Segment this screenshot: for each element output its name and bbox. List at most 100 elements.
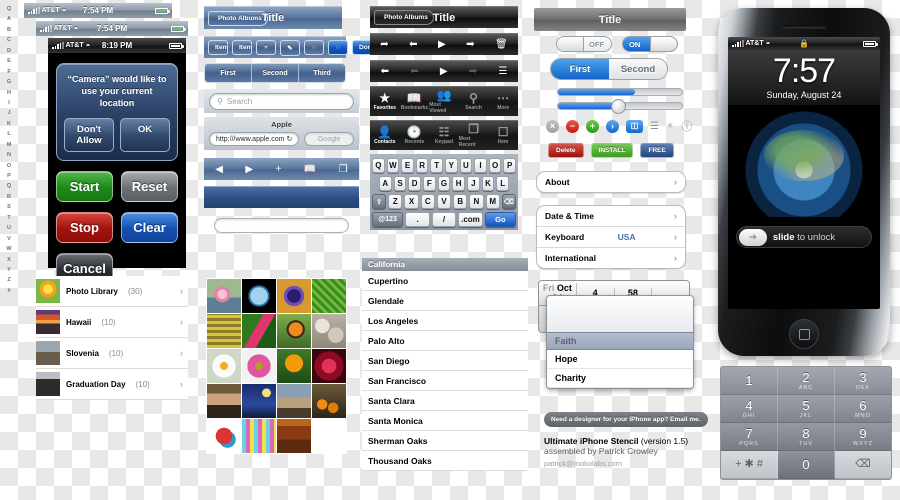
free-pill-button[interactable]: FREE (640, 143, 674, 158)
photo-thumbnail[interactable] (312, 349, 346, 383)
play-icon[interactable]: ▶ (440, 66, 448, 77)
settings-row-international[interactable]: International › (537, 248, 685, 268)
picker-selected-row[interactable]: Faith (547, 332, 693, 350)
photo-thumbnail[interactable] (207, 279, 241, 313)
key-w[interactable]: W (386, 158, 400, 173)
index-letter[interactable]: V (7, 234, 11, 244)
clear-button[interactable]: Clear (121, 212, 178, 244)
dotcom-key[interactable]: .com (458, 212, 483, 227)
back-button[interactable]: Photo Albums (208, 10, 268, 26)
book-badge-icon[interactable]: ◫ (626, 119, 643, 133)
key-b[interactable]: B (453, 194, 468, 209)
segment-first[interactable]: First (205, 64, 252, 82)
index-letter[interactable]: S (7, 202, 11, 212)
settings-row-keyboard[interactable]: Keyboard USA › (537, 227, 685, 248)
keypad-key-7[interactable]: 7 PQRS (721, 423, 778, 451)
photo-thumbnail[interactable] (242, 314, 276, 348)
circle-selected-icon[interactable]: ○ (328, 40, 348, 55)
tab-bookmarks[interactable]: 📖 Bookmarks (400, 87, 430, 116)
tab-most-recent[interactable]: ❐ Most Recent (459, 121, 489, 150)
list-item[interactable]: Los Angeles (362, 311, 528, 331)
key-i[interactable]: I (474, 158, 487, 173)
period-key[interactable]: . (405, 212, 430, 227)
index-letter[interactable]: G (7, 77, 11, 87)
tab-more[interactable]: ⋯ More (488, 87, 518, 116)
credit-email[interactable]: patrick@mokolabs.com (544, 459, 734, 468)
list-icon[interactable]: ☰ (498, 66, 507, 77)
photo-thumbnail[interactable] (207, 419, 241, 453)
keypad-key-5[interactable]: 5 JKL (778, 395, 835, 423)
list-item[interactable]: Glendale (362, 291, 528, 311)
photo-thumbnail[interactable] (207, 314, 241, 348)
key-m[interactable]: M (485, 194, 500, 209)
back-button[interactable]: Photo Albums (374, 10, 434, 25)
forward-icon[interactable]: ▶ (245, 164, 253, 175)
list-item[interactable]: Thousand Oaks (362, 451, 528, 471)
key-e[interactable]: E (401, 158, 414, 173)
slide-to-unlock[interactable]: ➔ slide to unlock (736, 226, 872, 248)
shift-icon[interactable]: ⇧ (372, 194, 387, 209)
key-c[interactable]: C (420, 194, 435, 209)
segment-third[interactable]: Third (299, 64, 345, 82)
key-a[interactable]: A (378, 176, 392, 191)
value-picker[interactable]: Faith Hope Charity (546, 295, 694, 389)
index-letter[interactable]: N (7, 150, 11, 160)
home-button[interactable] (789, 319, 819, 349)
reorder-icon[interactable]: ☰ (650, 121, 659, 132)
picker-row[interactable]: Hope (547, 350, 693, 369)
keypad-key-8[interactable]: 8 TUV (778, 423, 835, 451)
tab-keypad[interactable]: ☷ Keypad (429, 121, 459, 150)
key-n[interactable]: N (469, 194, 484, 209)
info-icon[interactable]: ⓘ (681, 118, 692, 134)
index-letter[interactable]: O (7, 161, 11, 171)
spinner-icon[interactable]: ✴ (666, 121, 674, 132)
keypad-key-6[interactable]: 6 MNO (835, 395, 891, 423)
keypad-key-4[interactable]: 4 GHI (721, 395, 778, 423)
key-d[interactable]: D (408, 176, 421, 191)
photo-thumbnail[interactable] (207, 384, 241, 418)
tab-contacts[interactable]: 👤 Contacts (370, 121, 400, 150)
tab-most-viewed[interactable]: 👥 Most Viewed (429, 87, 459, 116)
list-item[interactable]: Slovenia (10) › (36, 338, 188, 369)
index-letter[interactable]: M (7, 140, 12, 150)
item-button-2[interactable]: Item (232, 40, 252, 55)
dont-allow-button[interactable]: Don't Allow (64, 118, 114, 153)
list-item[interactable]: Palo Alto (362, 331, 528, 351)
settings-row-date-time[interactable]: Date & Time › (537, 206, 685, 227)
key-f[interactable]: F (423, 176, 436, 191)
list-item[interactable]: Sherman Oaks (362, 431, 528, 451)
photo-thumbnail[interactable] (242, 384, 276, 418)
segment-second[interactable]: Second (609, 59, 667, 79)
play-icon[interactable]: ▶ (438, 39, 446, 50)
list-item[interactable]: Hawaii (10) › (36, 307, 188, 338)
reload-icon[interactable]: ↻ (286, 135, 292, 143)
toggle-on[interactable]: ON (622, 36, 678, 52)
google-search-input[interactable]: Google (304, 132, 354, 146)
key-k[interactable]: K (481, 176, 495, 191)
index-letter[interactable]: L (7, 129, 10, 139)
key-x[interactable]: X (404, 194, 419, 209)
settings-row-about[interactable]: About › (537, 172, 685, 192)
arrow-right-icon[interactable]: ➔ (739, 228, 767, 246)
ok-button[interactable]: OK (120, 118, 170, 153)
slash-key[interactable]: / (431, 212, 457, 227)
back-icon[interactable]: ◀ (215, 164, 223, 175)
key-t[interactable]: T (430, 158, 443, 173)
list-item[interactable]: San Diego (362, 351, 528, 371)
numbers-key[interactable]: @123 (372, 212, 404, 227)
index-letter[interactable]: P (7, 171, 11, 181)
index-letter[interactable]: E (7, 56, 11, 66)
photo-thumbnail[interactable] (242, 349, 276, 383)
slider-1[interactable] (557, 88, 683, 96)
index-letter[interactable]: # (7, 286, 10, 296)
segment-first[interactable]: First (551, 59, 609, 79)
index-letter[interactable]: D (7, 46, 11, 56)
go-key[interactable]: Go (484, 212, 516, 227)
index-letter[interactable]: I (8, 98, 10, 108)
index-letter[interactable]: J (7, 108, 10, 118)
photo-thumbnail[interactable] (277, 419, 311, 453)
photo-thumbnail[interactable] (312, 279, 346, 313)
keypad-key-symbols[interactable]: + ✱ # (721, 451, 778, 479)
search-input[interactable]: ⚲ Search (209, 92, 354, 110)
back-icon[interactable]: ⬅ (409, 39, 417, 50)
